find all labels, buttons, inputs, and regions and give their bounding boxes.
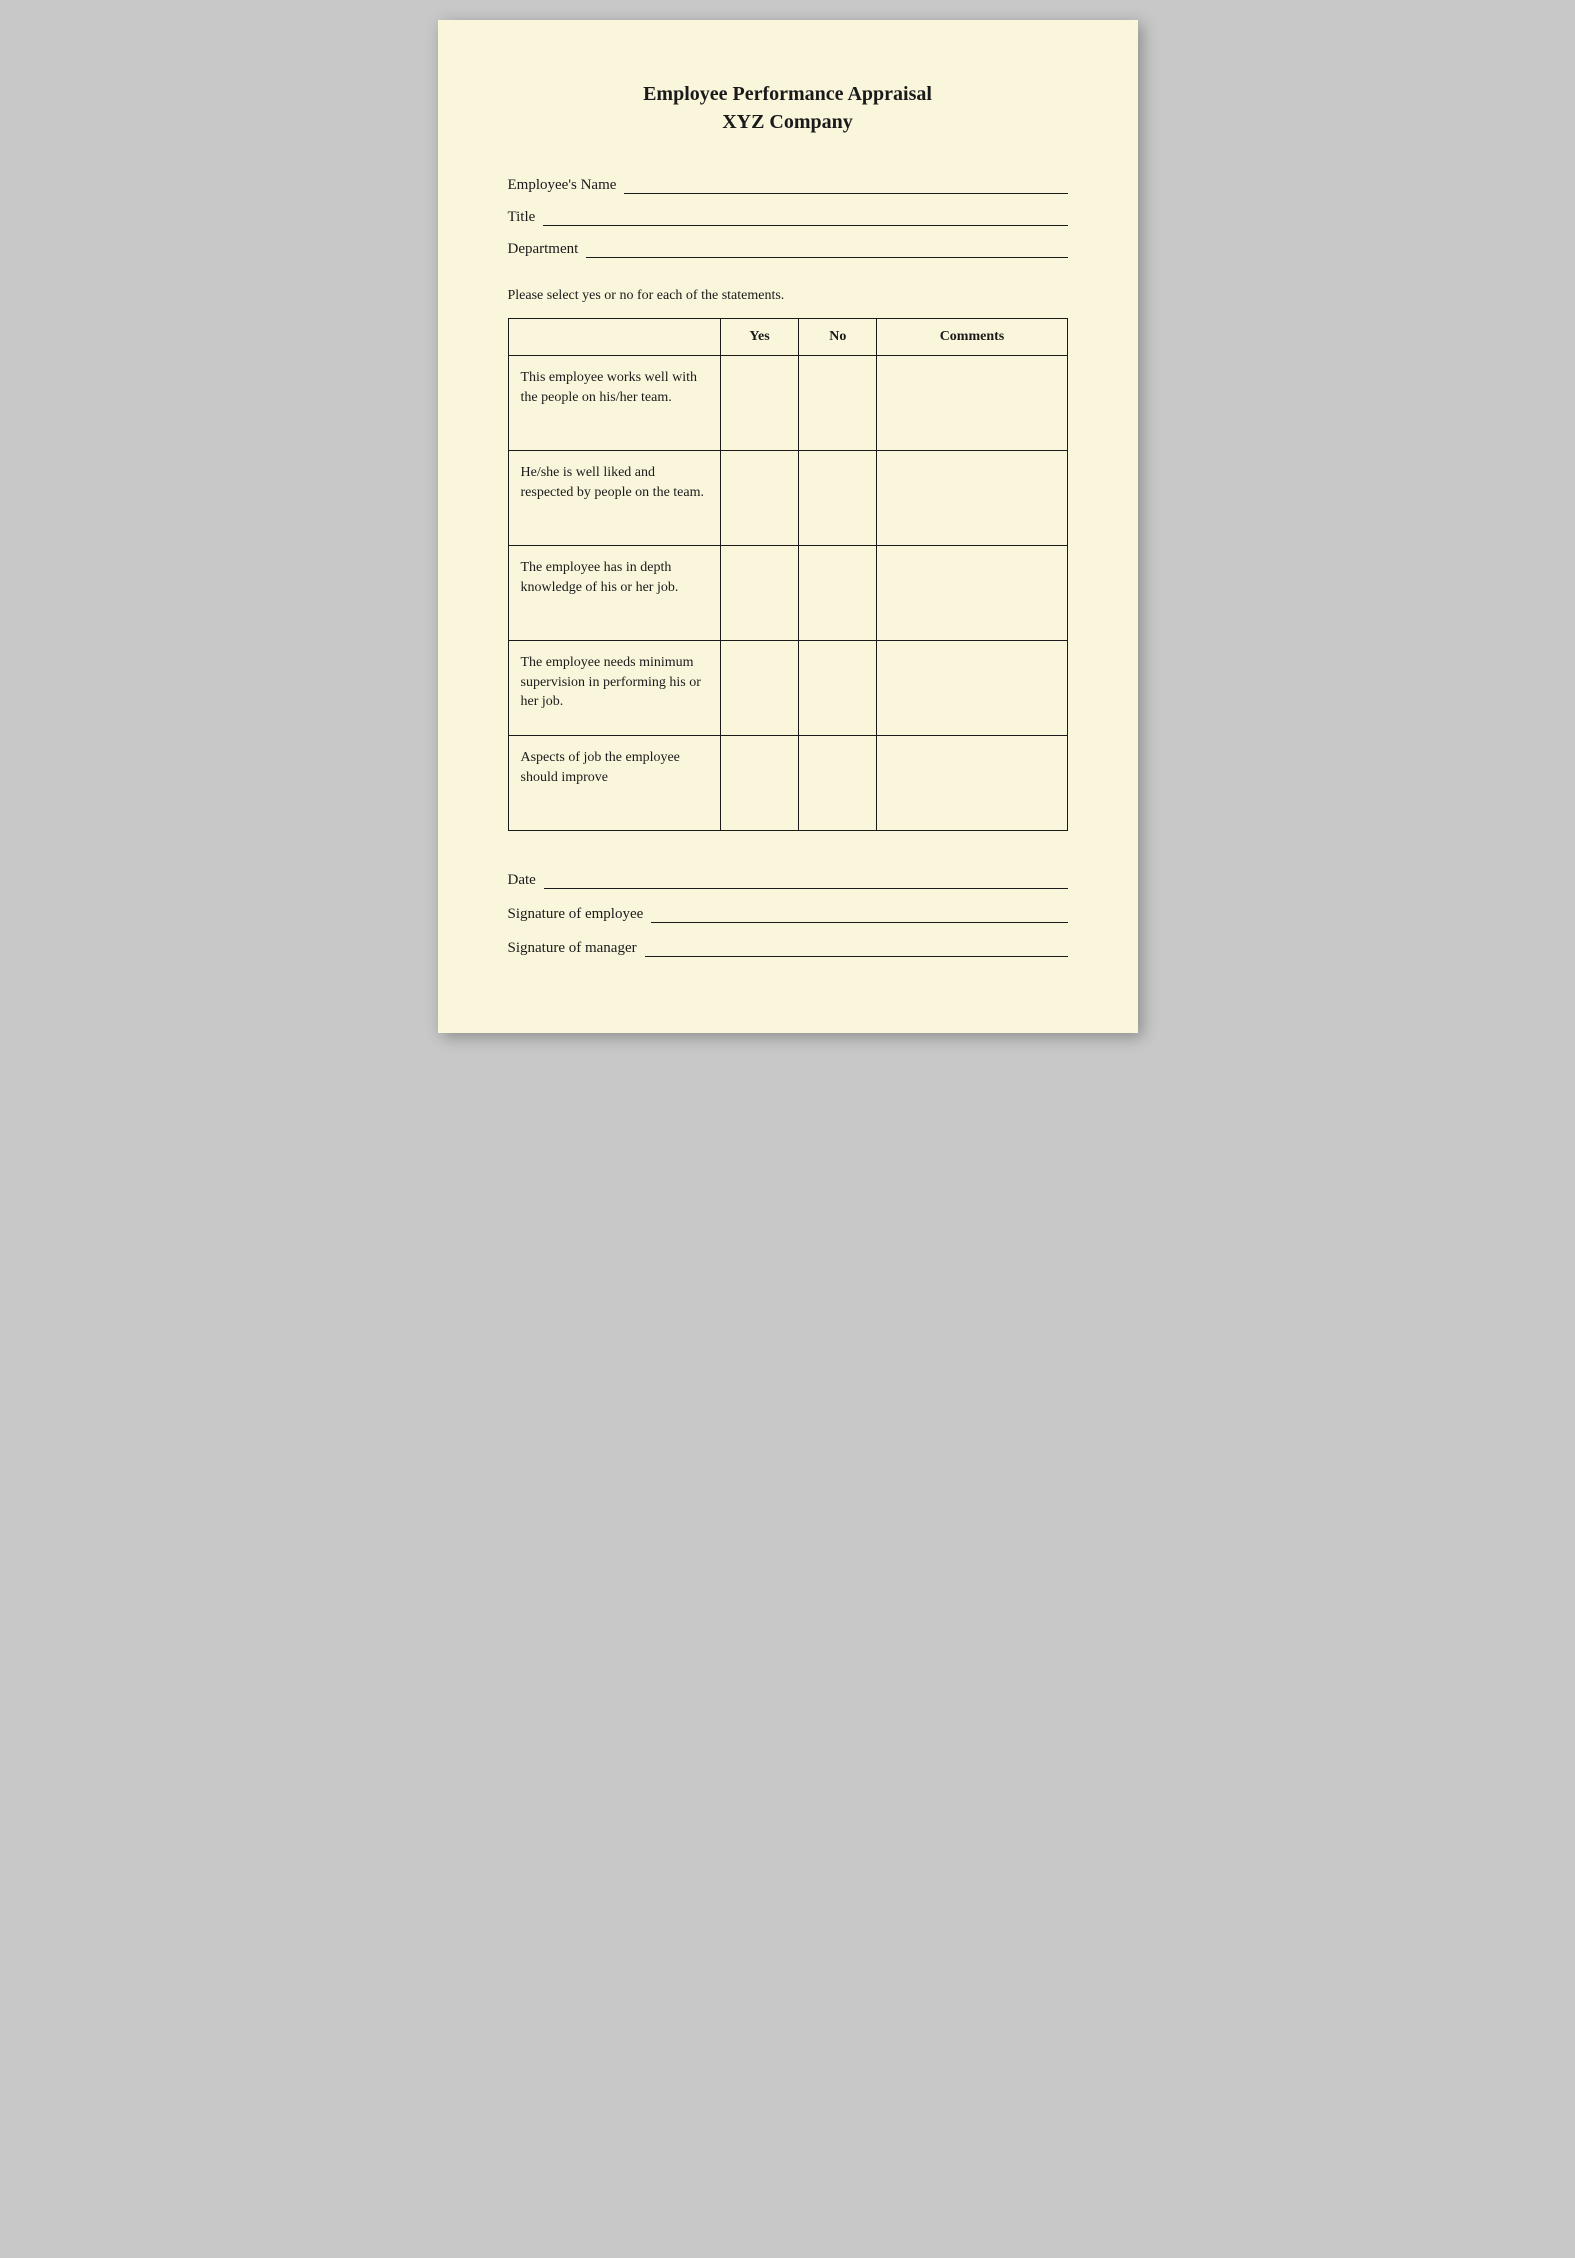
table-row: This employee works well with the people… bbox=[508, 356, 1067, 451]
instruction-text: Please select yes or no for each of the … bbox=[508, 288, 1068, 304]
table-header-comments: Comments bbox=[877, 319, 1067, 356]
row-4-yes bbox=[720, 641, 798, 736]
appraisal-table: Yes No Comments This employee works well… bbox=[508, 318, 1068, 831]
table-header-yes: Yes bbox=[720, 319, 798, 356]
row-1-statement: This employee works well with the people… bbox=[508, 356, 720, 451]
title-field: Title bbox=[508, 208, 1068, 226]
table-header-statement bbox=[508, 319, 720, 356]
row-3-yes bbox=[720, 546, 798, 641]
row-1-no bbox=[799, 356, 877, 451]
row-4-comments bbox=[877, 641, 1067, 736]
employee-fields: Employee's Name Title Department bbox=[508, 176, 1068, 258]
row-2-yes bbox=[720, 451, 798, 546]
table-header-row: Yes No Comments bbox=[508, 319, 1067, 356]
employee-name-label: Employee's Name bbox=[508, 177, 617, 194]
title-line bbox=[543, 208, 1067, 226]
row-1-yes bbox=[720, 356, 798, 451]
appraisal-page: Employee Performance Appraisal XYZ Compa… bbox=[438, 20, 1138, 1033]
signatures-section: Date Signature of employee Signature of … bbox=[508, 871, 1068, 957]
title-section: Employee Performance Appraisal XYZ Compa… bbox=[508, 80, 1068, 136]
department-label: Department bbox=[508, 241, 579, 258]
table-row: The employee has in depth knowledge of h… bbox=[508, 546, 1067, 641]
date-label: Date bbox=[508, 872, 536, 889]
row-5-no bbox=[799, 736, 877, 831]
row-5-comments bbox=[877, 736, 1067, 831]
manager-signature-line bbox=[645, 939, 1068, 957]
row-4-statement: The employee needs minimum supervision i… bbox=[508, 641, 720, 736]
date-line bbox=[544, 871, 1068, 889]
row-1-comments bbox=[877, 356, 1067, 451]
employee-name-field: Employee's Name bbox=[508, 176, 1068, 194]
date-field: Date bbox=[508, 871, 1068, 889]
manager-signature-field: Signature of manager bbox=[508, 939, 1068, 957]
department-field: Department bbox=[508, 240, 1068, 258]
page-title: Employee Performance Appraisal XYZ Compa… bbox=[508, 80, 1068, 136]
row-3-comments bbox=[877, 546, 1067, 641]
employee-signature-field: Signature of employee bbox=[508, 905, 1068, 923]
row-2-comments bbox=[877, 451, 1067, 546]
table-row: He/she is well liked and respected by pe… bbox=[508, 451, 1067, 546]
row-2-no bbox=[799, 451, 877, 546]
row-4-no bbox=[799, 641, 877, 736]
department-line bbox=[586, 240, 1067, 258]
employee-signature-line bbox=[651, 905, 1067, 923]
row-3-statement: The employee has in depth knowledge of h… bbox=[508, 546, 720, 641]
row-3-no bbox=[799, 546, 877, 641]
title-label: Title bbox=[508, 209, 536, 226]
row-2-statement: He/she is well liked and respected by pe… bbox=[508, 451, 720, 546]
employee-signature-label: Signature of employee bbox=[508, 906, 644, 923]
row-5-yes bbox=[720, 736, 798, 831]
row-5-statement: Aspects of job the employee should impro… bbox=[508, 736, 720, 831]
employee-name-line bbox=[624, 176, 1067, 194]
table-row: The employee needs minimum supervision i… bbox=[508, 641, 1067, 736]
table-header-no: No bbox=[799, 319, 877, 356]
table-row: Aspects of job the employee should impro… bbox=[508, 736, 1067, 831]
manager-signature-label: Signature of manager bbox=[508, 940, 637, 957]
